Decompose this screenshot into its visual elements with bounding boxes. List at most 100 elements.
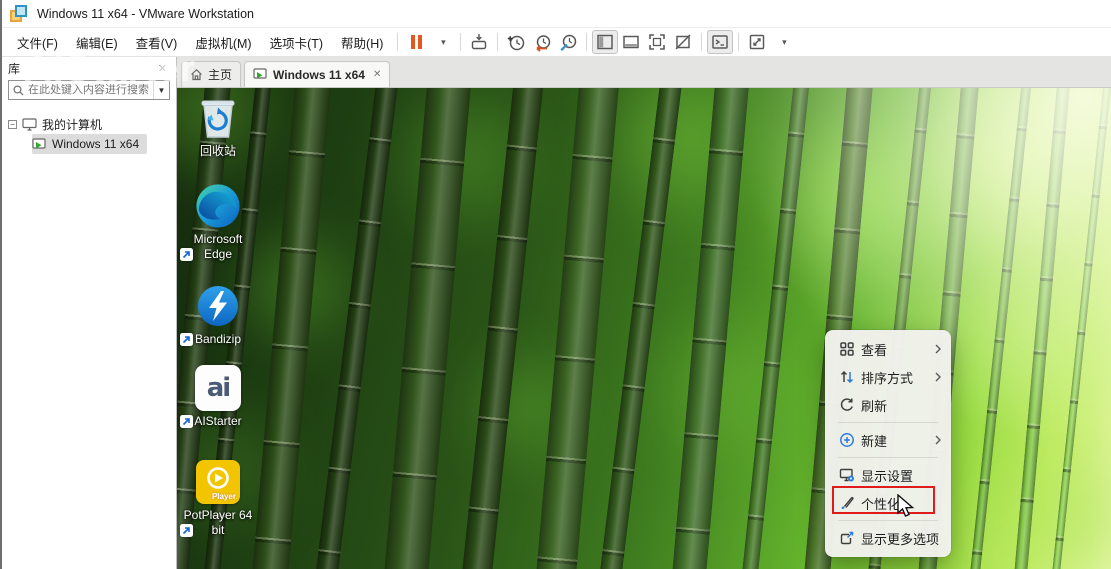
menu-help[interactable]: 帮助(H): [332, 29, 392, 56]
show-library-button[interactable]: [592, 30, 618, 54]
context-menu-item-personalize[interactable]: 个性化: [829, 489, 947, 517]
library-panel: 库 ✕ ▼ − 我的计算机 Windows 11 x64: [2, 57, 177, 569]
show-thumbnail-bar-button[interactable]: [618, 30, 644, 54]
tab-home-label: 主页: [208, 66, 232, 83]
context-menu-item-sort-by[interactable]: 排序方式: [829, 363, 947, 391]
panel-left-icon: [596, 33, 614, 51]
chevron-right-icon: [935, 344, 941, 354]
desktop-icon-label: AIStarter: [194, 414, 241, 429]
take-snapshot-button[interactable]: [503, 30, 529, 54]
toolbar-separator: [460, 33, 461, 51]
context-menu-label: 排序方式: [861, 368, 929, 387]
chevron-right-icon: [935, 435, 941, 445]
tab-close-icon[interactable]: ✕: [373, 69, 381, 80]
toolbar-separator: [701, 33, 702, 51]
tab-windows11-vm[interactable]: Windows 11 x64 ✕: [244, 61, 390, 87]
manage-snapshots-icon: [559, 33, 578, 52]
desktop-icon-potplayer[interactable]: Player PotPlayer 64 bit: [179, 458, 257, 538]
vm-display[interactable]: 回收站 Microsoft Edge: [177, 88, 1111, 569]
stretch-icon: [748, 33, 766, 51]
tab-strip: 主页 Windows 11 x64 ✕: [177, 57, 1111, 88]
desktop-icon-microsoft-edge[interactable]: Microsoft Edge: [179, 182, 257, 262]
context-menu-label: 刷新: [861, 396, 929, 415]
context-menu-label: 显示设置: [861, 466, 929, 485]
refresh-icon: [839, 397, 855, 413]
full-screen-icon: [648, 33, 666, 51]
vmware-app-icon: [10, 5, 27, 22]
collapse-icon[interactable]: −: [8, 120, 17, 129]
pause-icon: [411, 35, 422, 49]
context-menu-label: 个性化: [861, 494, 929, 513]
title-bar: Windows 11 x64 - VMware Workstation: [2, 0, 1111, 28]
context-menu-item-new[interactable]: 新建: [829, 426, 947, 454]
menu-edit[interactable]: 编辑(E): [67, 29, 127, 56]
context-menu-item-display-settings[interactable]: 显示设置: [829, 461, 947, 489]
search-icon: [13, 85, 24, 96]
menu-tabs[interactable]: 选项卡(T): [261, 29, 332, 56]
crossed-window-icon: [674, 33, 692, 51]
menu-vm[interactable]: 虚拟机(M): [186, 29, 260, 56]
library-close-icon[interactable]: ✕: [155, 62, 170, 75]
shortcut-arrow-icon: [180, 333, 193, 346]
edge-icon: [194, 181, 242, 231]
open-console-button[interactable]: [707, 30, 733, 54]
tree-item-label: 我的计算机: [42, 116, 102, 133]
toolbar-separator: [497, 33, 498, 51]
menu-toolbar-row: 文件(F) 编辑(E) 查看(V) 虚拟机(M) 选项卡(T) 帮助(H) ▾: [2, 28, 1111, 57]
home-icon: [190, 68, 203, 81]
caret-down-icon: ▾: [441, 37, 446, 48]
bandizip-icon: [195, 283, 241, 329]
context-menu-label: 显示更多选项: [861, 529, 939, 548]
potplayer-icon: Player: [196, 460, 240, 504]
recycle-bin-icon: [197, 95, 239, 141]
context-menu-item-view[interactable]: 查看: [829, 335, 947, 363]
toolbar-separator: [586, 33, 587, 51]
context-menu-separator: [838, 422, 938, 423]
toolbar-separator: [738, 33, 739, 51]
tree-item-windows11-vm[interactable]: Windows 11 x64: [28, 134, 176, 154]
desktop-icon-recycle-bin[interactable]: 回收站: [179, 94, 257, 159]
context-menu-item-refresh[interactable]: 刷新: [829, 391, 947, 419]
view-grid-icon: [839, 341, 855, 357]
revert-snapshot-icon: [533, 33, 552, 52]
pause-button[interactable]: [403, 30, 429, 54]
stretch-guest-button[interactable]: [744, 30, 770, 54]
console-icon: [711, 33, 729, 51]
search-dropdown-icon[interactable]: ▼: [153, 81, 169, 99]
enter-full-screen-button[interactable]: [644, 30, 670, 54]
manage-snapshots-button[interactable]: [555, 30, 581, 54]
tree-item-label: Windows 11 x64: [52, 137, 139, 151]
context-menu-separator: [838, 457, 938, 458]
caret-down-icon: ▾: [782, 37, 787, 48]
shortcut-arrow-icon: [180, 248, 193, 261]
vm-icon: [32, 138, 47, 151]
display-settings-icon: [839, 467, 855, 483]
aistarter-icon: ai: [195, 365, 241, 411]
desktop-icon-bandizip[interactable]: Bandizip: [179, 282, 257, 347]
vmware-workstation-window: Windows 11 x64 - VMware Workstation 文件(F…: [0, 0, 1111, 569]
panel-bottom-icon: [622, 33, 640, 51]
tab-home[interactable]: 主页: [181, 61, 241, 87]
library-title: 库: [8, 60, 20, 77]
send-ctrl-alt-del-button[interactable]: [466, 30, 492, 54]
context-menu-item-show-more-options[interactable]: 显示更多选项: [829, 524, 947, 552]
exit-enhanced-mode-button[interactable]: [670, 30, 696, 54]
desktop-context-menu: 查看 排序方式 刷新: [825, 330, 951, 557]
revert-snapshot-button[interactable]: [529, 30, 555, 54]
desktop-icon-aistarter[interactable]: ai AIStarter: [179, 364, 257, 429]
tree-item-my-computer[interactable]: − 我的计算机: [2, 114, 176, 134]
menu-view[interactable]: 查看(V): [127, 29, 187, 56]
pause-dropdown-button[interactable]: ▾: [429, 30, 455, 54]
toolbar-separator: [397, 33, 398, 51]
ctrl-alt-del-icon: [470, 33, 488, 51]
stretch-dropdown-button[interactable]: ▾: [770, 30, 796, 54]
menu-file[interactable]: 文件(F): [8, 29, 67, 56]
desktop-icon-label: Bandizip: [195, 332, 241, 347]
take-snapshot-icon: [507, 33, 526, 52]
vm-icon: [253, 68, 268, 81]
chevron-right-icon: [935, 372, 941, 382]
library-search-input[interactable]: [28, 84, 153, 96]
shortcut-arrow-icon: [180, 524, 193, 537]
more-options-icon: [839, 530, 855, 546]
library-search-box[interactable]: ▼: [8, 80, 170, 100]
